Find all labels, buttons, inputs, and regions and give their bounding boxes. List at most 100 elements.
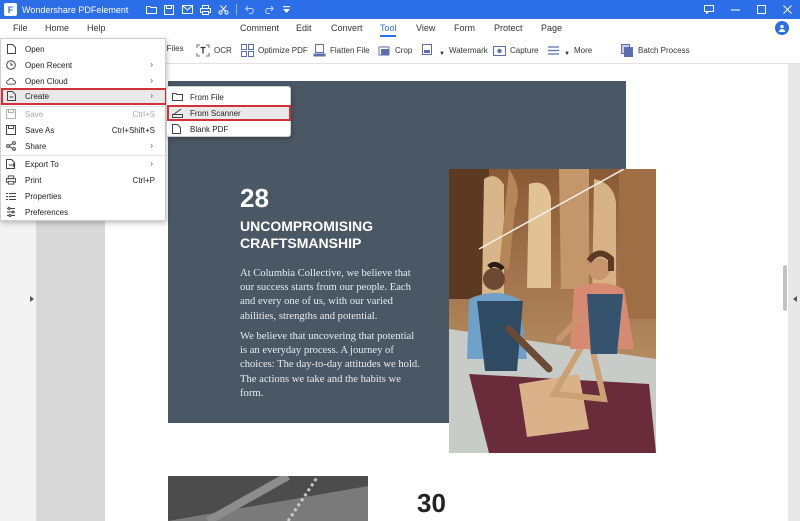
open-file-icon	[6, 44, 16, 54]
print-icon	[6, 175, 16, 185]
optimize-pdf-button[interactable]: Optimize PDF	[240, 44, 308, 57]
properties-icon	[6, 191, 16, 201]
flatten-icon	[312, 44, 326, 57]
save-icon[interactable]	[160, 0, 178, 19]
more-button[interactable]: ▼ More	[546, 44, 592, 57]
flatten-file-button[interactable]: Flatten File	[312, 44, 370, 57]
print-icon[interactable]	[196, 0, 214, 19]
create-submenu: From File From Scanner Blank PDF	[166, 86, 291, 137]
file-menu-save[interactable]: Save Ctrl+S	[1, 106, 167, 122]
window-controls	[696, 0, 800, 19]
app-logo-icon: F	[4, 3, 17, 16]
user-account-icon[interactable]	[775, 21, 789, 35]
batch-process-icon	[620, 44, 634, 57]
create-from-scanner[interactable]: From Scanner	[167, 105, 291, 121]
close-icon[interactable]	[774, 0, 800, 19]
blank-pdf-label: Blank PDF	[190, 125, 229, 134]
preferences-label: Preferences	[25, 208, 69, 217]
share-label: Share	[25, 142, 47, 151]
save-as-icon	[6, 125, 16, 135]
export-icon	[6, 159, 16, 169]
toolbar-divider	[236, 4, 238, 15]
save-shortcut: Ctrl+S	[132, 110, 155, 119]
watermark-button[interactable]: ▼ Watermark	[421, 44, 488, 57]
create-blank-pdf[interactable]: Blank PDF	[167, 121, 291, 137]
export-to-label: Export To	[25, 160, 59, 169]
file-menu-export-to[interactable]: Export To ›	[1, 156, 167, 172]
optimize-pdf-label: Optimize PDF	[258, 46, 308, 55]
cloud-icon	[6, 76, 16, 86]
crop-button[interactable]: Crop	[377, 44, 412, 57]
menu-help[interactable]: Help	[87, 23, 106, 33]
create-file-icon	[6, 91, 16, 101]
expand-left-panel-icon[interactable]	[30, 296, 34, 302]
tab-edit[interactable]: Edit	[296, 23, 312, 33]
undo-icon[interactable]	[241, 0, 259, 19]
vertical-scrollbar[interactable]	[783, 265, 787, 311]
tab-protect[interactable]: Protect	[494, 23, 523, 33]
watermark-label: Watermark	[448, 46, 488, 55]
feedback-icon[interactable]	[696, 0, 722, 19]
submenu-arrow-icon: ›	[150, 60, 153, 69]
redo-icon[interactable]	[259, 0, 277, 19]
folder-icon[interactable]	[142, 0, 160, 19]
ocr-button[interactable]: OCR	[196, 44, 232, 57]
app-title: Wondershare PDFelement	[22, 4, 129, 15]
save-label: Save	[25, 110, 44, 119]
paragraph-intro: At Columbia Collective, we believe that …	[240, 268, 411, 322]
customize-dropdown-icon[interactable]	[277, 0, 295, 19]
file-menu-share[interactable]: Share ›	[1, 138, 167, 154]
share-icon	[6, 141, 16, 151]
clock-icon	[6, 60, 16, 70]
tab-form[interactable]: Form	[454, 23, 475, 33]
capture-label: Capture	[510, 46, 539, 55]
tab-view[interactable]: View	[416, 23, 435, 33]
file-menu-dropdown: Open Open Recent › Open Cloud › Create ›…	[0, 38, 167, 221]
maximize-icon[interactable]	[748, 0, 774, 19]
scissors-icon[interactable]	[214, 0, 232, 19]
submenu-arrow-icon: ›	[150, 91, 153, 100]
mail-icon[interactable]	[178, 0, 196, 19]
more-dropdown-icon[interactable]: ▼	[564, 51, 570, 57]
scanner-icon	[172, 108, 183, 118]
quick-access-toolbar	[142, 0, 295, 19]
minimize-icon[interactable]	[722, 0, 748, 19]
file-menu-properties[interactable]: Properties	[1, 188, 167, 204]
save-as-label: Save As	[25, 126, 55, 135]
open-recent-label: Open Recent	[25, 61, 73, 70]
tab-tool[interactable]: Tool	[380, 23, 397, 33]
active-tab-indicator	[380, 35, 396, 37]
watermark-dropdown-icon[interactable]: ▼	[439, 51, 445, 57]
tab-page[interactable]: Page	[541, 23, 562, 33]
blank-page-icon	[172, 124, 183, 134]
submenu-arrow-icon: ›	[150, 76, 153, 85]
file-menu-print[interactable]: Print Ctrl+P	[1, 172, 167, 188]
batch-process-button[interactable]: Batch Process	[620, 44, 690, 57]
expand-right-panel-icon[interactable]	[793, 296, 797, 302]
file-menu-preferences[interactable]: Preferences	[1, 204, 167, 220]
tab-convert[interactable]: Convert	[331, 23, 363, 33]
menu-home[interactable]: Home	[45, 23, 69, 33]
crop-icon	[377, 44, 391, 57]
more-icon	[546, 44, 560, 57]
print-shortcut: Ctrl+P	[132, 176, 155, 185]
file-menu-open[interactable]: Open	[1, 41, 167, 57]
optimize-icon	[240, 44, 254, 57]
capture-button[interactable]: Capture	[492, 44, 538, 57]
paragraph-body: We believe that uncovering that potentia…	[240, 331, 420, 399]
file-menu-open-recent[interactable]: Open Recent ›	[1, 57, 167, 73]
crop-label: Crop	[395, 46, 413, 55]
file-menu-save-as[interactable]: Save As Ctrl+Shift+S	[1, 122, 167, 138]
next-section-number: 30	[417, 488, 446, 518]
save-icon	[6, 109, 16, 119]
file-menu-open-cloud[interactable]: Open Cloud ›	[1, 73, 167, 89]
file-menu-create[interactable]: Create ›	[1, 88, 167, 105]
ocr-icon	[196, 44, 210, 57]
submenu-arrow-icon: ›	[150, 159, 153, 168]
preferences-icon	[6, 207, 16, 217]
batch-process-label: Batch Process	[638, 46, 690, 55]
submenu-arrow-icon: ›	[150, 141, 153, 150]
tab-comment[interactable]: Comment	[240, 23, 279, 33]
menu-file[interactable]: File	[13, 23, 28, 33]
create-from-file[interactable]: From File	[167, 89, 291, 105]
